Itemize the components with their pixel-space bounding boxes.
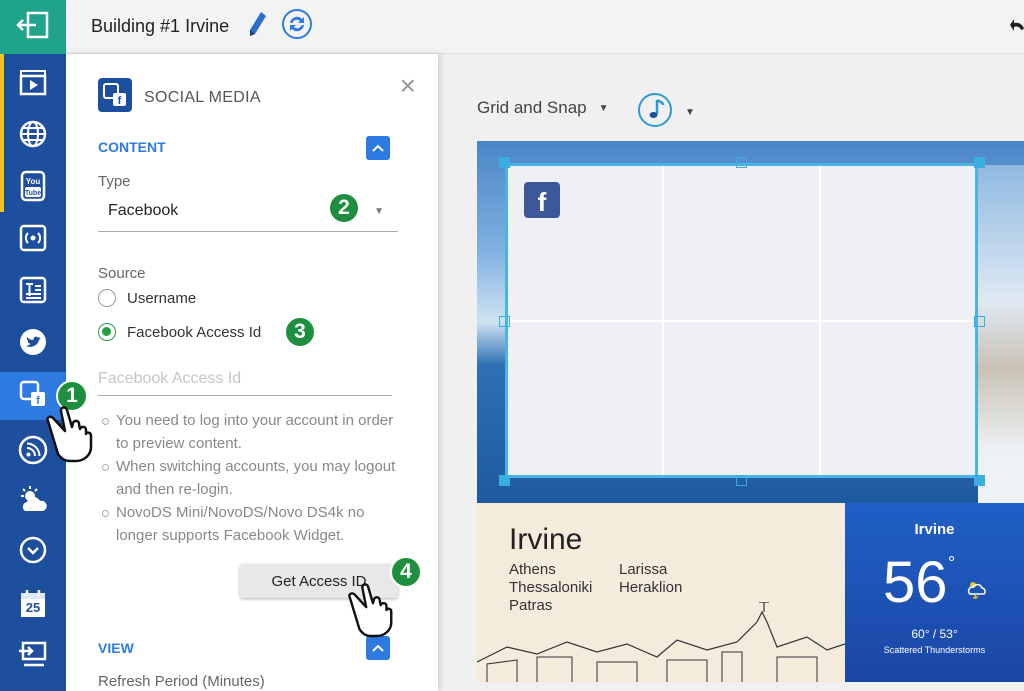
widget-cell bbox=[664, 321, 819, 475]
panel-header: f SOCIAL MEDIA bbox=[98, 78, 261, 117]
refresh-sync-icon[interactable] bbox=[281, 8, 313, 45]
resize-handle[interactable] bbox=[974, 475, 985, 486]
grid-snap-label: Grid and Snap bbox=[477, 98, 587, 117]
svg-text:f: f bbox=[36, 395, 40, 407]
city-item: Heraklion bbox=[619, 579, 683, 596]
resize-handle[interactable] bbox=[736, 157, 747, 168]
city-item: Larissa bbox=[619, 561, 668, 578]
radio-username-label: Username bbox=[127, 289, 197, 307]
editor-canvas-area: Grid and Snap ▼ ▼ f Irvine Athens Thessa… bbox=[438, 54, 1024, 691]
facebook-widget[interactable] bbox=[505, 163, 978, 478]
clock-icon bbox=[18, 535, 48, 570]
widget-cell bbox=[820, 321, 975, 475]
music-dropdown[interactable]: ▼ bbox=[637, 92, 695, 133]
access-id-input[interactable] bbox=[98, 362, 392, 396]
weather-range: 60° / 53° bbox=[911, 627, 958, 641]
city-list-col2: Larissa Heraklion bbox=[619, 561, 682, 597]
cities-widget[interactable]: Irvine Athens Thessaloniki Patras Lariss… bbox=[477, 503, 845, 682]
thunderstorm-icon bbox=[965, 579, 989, 604]
radio-facebook-access-id[interactable]: Facebook Access Id bbox=[98, 323, 261, 341]
exit-button[interactable] bbox=[0, 0, 66, 54]
radio-access-id-label: Facebook Access Id bbox=[127, 323, 262, 341]
info-notes: You need to log into your account in ord… bbox=[98, 409, 398, 547]
collapse-content-button[interactable] bbox=[366, 136, 390, 160]
rail-item-stream[interactable] bbox=[0, 216, 66, 264]
rail-item-weather[interactable] bbox=[0, 478, 66, 526]
content-section-title: CONTENT bbox=[98, 139, 166, 155]
calendar-icon: 25 bbox=[19, 589, 47, 619]
type-select-value: Facebook bbox=[108, 202, 179, 219]
weather-widget[interactable]: Irvine 56 ° 60° / 53° Scattered Thunders… bbox=[845, 503, 1024, 682]
svg-text:f: f bbox=[118, 95, 122, 107]
svg-text:You: You bbox=[26, 177, 41, 186]
rail-item-input[interactable] bbox=[0, 632, 66, 680]
resize-handle[interactable] bbox=[736, 475, 747, 486]
chevron-down-icon: ▼ bbox=[374, 206, 384, 217]
city-main: Irvine bbox=[509, 523, 583, 556]
city-item: Athens bbox=[509, 561, 556, 578]
rail-item-calendar[interactable]: 25 bbox=[0, 580, 66, 628]
widget-cell bbox=[508, 321, 663, 475]
close-icon[interactable]: × bbox=[400, 72, 416, 100]
background-image-cliff bbox=[978, 165, 1024, 503]
facebook-icon: f bbox=[524, 182, 560, 218]
city-item: Thessaloniki bbox=[509, 579, 593, 596]
weather-icon bbox=[17, 485, 49, 520]
source-label: Source bbox=[98, 265, 146, 282]
note-item: You need to log into your account in ord… bbox=[98, 409, 398, 455]
twitter-icon bbox=[18, 327, 48, 362]
radio-button[interactable] bbox=[98, 289, 116, 307]
type-label: Type bbox=[98, 173, 131, 190]
text-icon bbox=[18, 275, 48, 310]
step-badge-3: 3 bbox=[284, 316, 316, 348]
city-sketch-image bbox=[477, 602, 845, 682]
exit-icon bbox=[16, 10, 50, 45]
widget-cell bbox=[664, 166, 819, 320]
hand-cursor-icon bbox=[346, 582, 398, 643]
refresh-period-label: Refresh Period (Minutes) bbox=[98, 673, 265, 690]
weather-city: Irvine bbox=[914, 521, 955, 538]
rail-item-clock[interactable] bbox=[0, 528, 66, 576]
top-bar: Building #1 Irvine bbox=[66, 0, 1024, 54]
rail-item-video[interactable] bbox=[0, 60, 66, 108]
resize-handle[interactable] bbox=[974, 316, 985, 327]
radio-button-checked[interactable] bbox=[98, 323, 116, 341]
left-toolbar: You Tube f 25 bbox=[0, 0, 66, 691]
calendar-day: 25 bbox=[25, 600, 41, 615]
weather-temperature: 56 bbox=[883, 550, 948, 615]
resize-handle[interactable] bbox=[499, 316, 510, 327]
hand-cursor-icon bbox=[44, 405, 98, 468]
music-note-icon bbox=[637, 92, 673, 133]
resize-handle[interactable] bbox=[499, 157, 510, 168]
weather-degree-symbol: ° bbox=[948, 553, 956, 573]
page-title: Building #1 Irvine bbox=[91, 16, 230, 36]
step-badge-2: 2 bbox=[328, 192, 360, 224]
svg-text:Tube: Tube bbox=[25, 190, 41, 197]
note-item: When switching accounts, you may logout … bbox=[98, 455, 398, 501]
grid-snap-dropdown[interactable]: Grid and Snap ▼ bbox=[477, 98, 609, 118]
note-item: NovoDS Mini/NovoDS/Novo DS4k no longer s… bbox=[98, 501, 398, 547]
youtube-icon: You Tube bbox=[19, 170, 47, 207]
rail-item-web[interactable] bbox=[0, 112, 66, 160]
view-section-title: VIEW bbox=[98, 640, 134, 656]
resize-handle[interactable] bbox=[499, 475, 510, 486]
globe-icon bbox=[18, 119, 48, 154]
undo-icon[interactable] bbox=[1010, 15, 1024, 42]
chevron-down-icon: ▼ bbox=[598, 102, 609, 114]
widget-cell bbox=[820, 166, 975, 320]
resize-handle[interactable] bbox=[974, 157, 985, 168]
rail-item-text[interactable] bbox=[0, 268, 66, 316]
layout-stage: f Irvine Athens Thessaloniki Patras Lari… bbox=[477, 141, 1024, 682]
stream-icon bbox=[18, 223, 48, 258]
social-media-icon: f bbox=[98, 78, 132, 117]
edit-pencil-icon[interactable] bbox=[249, 11, 267, 42]
weather-description: Scattered Thunderstorms bbox=[883, 645, 986, 655]
video-icon bbox=[18, 67, 48, 102]
radio-username[interactable]: Username bbox=[98, 289, 196, 307]
panel-title: SOCIAL MEDIA bbox=[144, 88, 261, 106]
rail-item-twitter[interactable] bbox=[0, 320, 66, 368]
rail-item-youtube[interactable]: You Tube bbox=[0, 164, 66, 212]
input-icon bbox=[18, 640, 48, 673]
chevron-down-icon: ▼ bbox=[685, 107, 695, 118]
